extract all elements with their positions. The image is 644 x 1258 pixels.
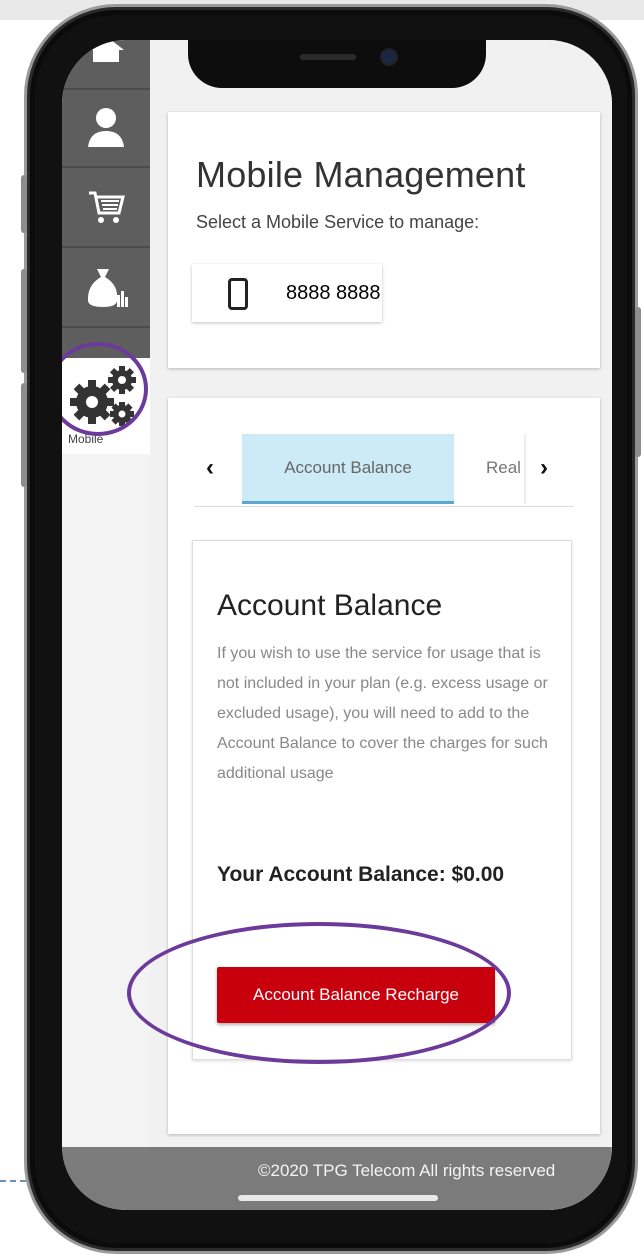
account-balance-title: Account Balance	[217, 589, 443, 622]
side-navigation	[62, 40, 150, 360]
page-subtitle: Select a Mobile Service to manage:	[196, 212, 480, 232]
home-indicator[interactable]	[238, 1195, 438, 1201]
phone-screen: Mobile Mobile Management Select a Mobile…	[62, 40, 612, 1210]
tab-separator	[524, 434, 526, 504]
page-title: Mobile Management	[196, 154, 526, 195]
nav-item-account[interactable]	[62, 88, 150, 168]
account-balance-amount: Your Account Balance: $0.00	[217, 863, 505, 886]
tab-account-balance[interactable]: Account Balance	[242, 434, 454, 504]
nav-item-home[interactable]	[62, 40, 150, 90]
nav-item-shop[interactable]	[62, 168, 150, 248]
front-camera	[382, 50, 396, 64]
account-balance-description: If you wish to use the service for usage…	[217, 645, 548, 782]
tab-bar: ‹ Account Balance Real ›	[194, 434, 574, 507]
tab-prev-arrow[interactable]: ‹	[206, 454, 214, 482]
home-icon	[88, 40, 124, 62]
silent-switch	[21, 175, 27, 233]
speaker-grille	[300, 54, 356, 60]
mobile-phone-icon	[228, 278, 248, 310]
tab-real[interactable]: Real	[486, 458, 521, 478]
service-selector[interactable]: 8888 8888	[192, 264, 382, 322]
service-details-card: ‹ Account Balance Real › Account Balance…	[168, 398, 600, 1134]
volume-up-button	[21, 269, 27, 373]
mobile-management-card: Mobile Management Select a Mobile Servic…	[168, 112, 600, 368]
power-button	[635, 307, 641, 457]
cart-icon	[89, 191, 125, 223]
volume-down-button	[21, 383, 27, 487]
account-balance-panel: Account Balance If you wish to use the s…	[192, 540, 572, 1060]
nav-item-billing[interactable]	[62, 248, 150, 328]
footer: ©2020 TPG Telecom All rights reserved	[62, 1147, 612, 1210]
user-icon	[88, 108, 124, 147]
footer-copyright: ©2020 TPG Telecom All rights reserved	[258, 1161, 556, 1180]
account-balance-recharge-button[interactable]: Account Balance Recharge	[217, 967, 495, 1023]
main-content: Mobile Management Select a Mobile Servic…	[127, 40, 612, 1210]
money-bag-icon	[87, 269, 128, 307]
phone-notch	[188, 40, 486, 88]
tab-next-arrow[interactable]: ›	[540, 454, 548, 482]
service-number: 8888 8888	[286, 282, 381, 304]
